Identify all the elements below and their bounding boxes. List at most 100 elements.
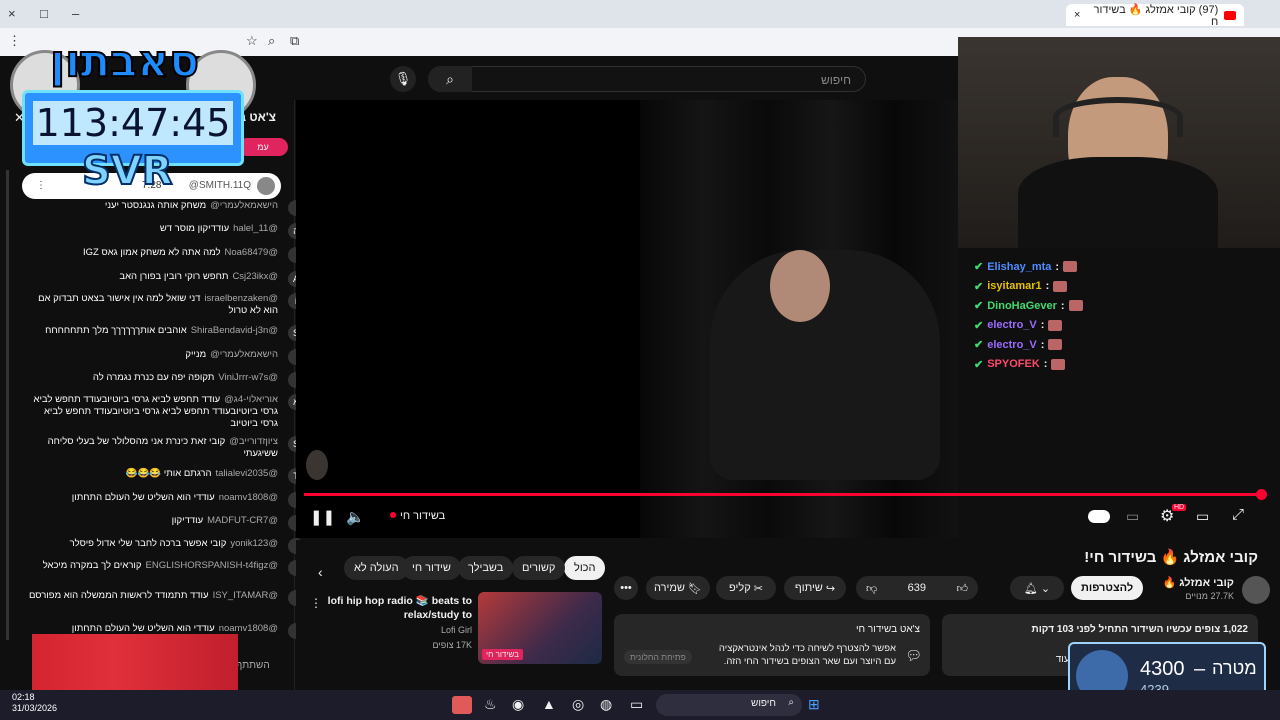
recommended-channel[interactable]: Lofi Girl	[324, 625, 472, 635]
chat-message[interactable]: @Noa68479למה אתה לא משחק אמון גאס IGZ	[28, 247, 304, 263]
chat-author[interactable]: @ENGLISHORSPANISH-t4figz	[146, 560, 278, 571]
steam-icon[interactable]: ♨	[484, 696, 497, 713]
share-button[interactable]: שיתוף ↪	[784, 576, 846, 600]
chat-author[interactable]: ציוןזדורייב@	[229, 436, 278, 447]
chat-scrollbar[interactable]	[6, 170, 9, 640]
clip-button[interactable]: קליפ ✂	[716, 576, 776, 600]
microphone-icon[interactable]: 🎙	[390, 66, 416, 92]
obs-icon[interactable]: ◎	[572, 696, 584, 713]
live-dot	[390, 512, 396, 518]
recommended-views: 17K צופים	[432, 640, 472, 650]
subscriber-count: 27.7K מנויים	[1185, 591, 1234, 601]
filter-chip[interactable]: העולה לא	[344, 556, 409, 580]
dislike-icon[interactable]: 👎︎	[866, 582, 877, 595]
chrome-icon[interactable]: ◍	[600, 696, 612, 713]
notifications-button[interactable]: 🔔︎ ⌄	[1010, 576, 1064, 600]
browser-tab[interactable]: (97) קובי אמזלג 🔥 בשידור ח ×	[1066, 4, 1244, 28]
clock-date: 31/03/2026	[12, 703, 58, 713]
search-input[interactable]: חיפוש	[428, 66, 866, 92]
chat-message[interactable]: @noamv1808 עודדי הוא השליט של העולם התחתו…	[28, 492, 304, 508]
chat-author[interactable]: @talialevi2035	[216, 468, 278, 479]
chat-message[interactable]: Sציוןזדורייב@קובי זאת כינרת אני מהסלולר …	[28, 436, 304, 460]
minimize-icon[interactable]: –	[72, 6, 79, 21]
twitch-chat-line: ✔ isyitamar1:	[974, 280, 1068, 293]
subscribe-button[interactable]: להצטרפות	[1071, 576, 1144, 600]
vlc-icon[interactable]: ▲	[542, 696, 556, 712]
close-tab-icon[interactable]: ×	[1074, 9, 1080, 21]
recommended-menu-icon[interactable]: ⋮	[310, 596, 322, 610]
close-window-icon[interactable]: ×	[8, 6, 16, 21]
hd-badge: HD	[1172, 504, 1187, 511]
chat-author[interactable]: @Noa68479	[224, 247, 278, 258]
filter-chip[interactable]: קשורים	[512, 556, 566, 580]
search-button[interactable]: ⌕	[428, 66, 472, 92]
chat-message[interactable]: i@israelbenzakenדני שואל למה אין אישור ב…	[28, 293, 304, 317]
progress-bar[interactable]	[304, 493, 1262, 496]
channel-avatar[interactable]	[1242, 576, 1270, 604]
chat-author[interactable]: הישאמאלעמרי@	[210, 200, 278, 211]
chat-message[interactable]: A@Csj23ikxתחפש רוקי רובין בפורן האב	[28, 271, 304, 287]
chat-message[interactable]: ה@halel_11עודדיקון מוסר דש	[28, 223, 304, 239]
chat-text: עודדיקון	[171, 515, 204, 526]
chat-author[interactable]: @ISY_ITAMAR	[213, 590, 278, 601]
filter-chip[interactable]: הכול	[564, 556, 606, 580]
chat-text: אוהבים אותךךךךךך מלך תתחחחחח	[45, 325, 187, 336]
recommended-title[interactable]: lofi hip hop radio 📚 beats to relax/stud…	[324, 594, 472, 622]
chat-top-button[interactable]: עמ	[238, 138, 288, 156]
channel-name[interactable]: קובי אמזלג 🔥	[1162, 576, 1234, 589]
chat-text: עודדי הוא השליט של העולם התחתון	[71, 623, 215, 634]
chat-message[interactable]: T@talialevi2035הרגתם אותי 😂😂😂	[28, 468, 304, 484]
subtitles-icon[interactable]: ▭	[1126, 508, 1139, 525]
taskbar-search[interactable]: חיפוש ⌕	[656, 694, 802, 716]
pinned-menu-icon[interactable]: ⋮	[36, 180, 46, 191]
chat-author[interactable]: @yonik123	[230, 538, 278, 549]
chat-author[interactable]: @MADFUT-CR7	[207, 515, 278, 526]
chat-author[interactable]: @noamv1808	[219, 623, 278, 634]
chat-message[interactable]: @ENGLISHORSPANISH-t4figz קוראים לך במקרה …	[28, 560, 304, 576]
volume-icon[interactable]: 🔈	[346, 508, 365, 526]
chat-input[interactable]: השתתף	[236, 660, 270, 671]
maximize-icon[interactable]: □	[40, 6, 48, 21]
chat-author[interactable]: @noamv1808	[219, 492, 278, 503]
chat-author[interactable]: @ViniJrrr-w7s	[218, 372, 278, 383]
progress-scrubber[interactable]	[1256, 489, 1267, 500]
goal-current: 4300	[1140, 658, 1185, 680]
chat-message[interactable]: @MADFUT-CR7עודדיקון	[28, 515, 304, 531]
filter-chip[interactable]: שידור חי	[402, 556, 461, 580]
open-panel-button[interactable]: פתיחת החלונית	[624, 650, 692, 664]
chat-author[interactable]: @ShiraBendavid-j3n	[191, 325, 278, 336]
chat-author[interactable]: @halel_11	[233, 223, 278, 234]
theater-icon[interactable]: ▭	[1196, 508, 1209, 525]
chat-author[interactable]: @Csj23ikx	[232, 271, 278, 282]
save-button[interactable]: שמירה 🔖︎	[646, 576, 710, 600]
discord-icon[interactable]: ◉	[512, 696, 524, 713]
share-icon[interactable]: ⧉	[290, 33, 299, 49]
chat-message[interactable]: אאוריאלוי-4ג@עודד תחפש לביא גרסי ביוטיוב…	[28, 394, 304, 430]
chat-message[interactable]: @ViniJrrr-w7sתקופה יפה עם כנרת נגמרה לה	[28, 372, 304, 388]
filter-chip[interactable]: בשבילך	[458, 556, 514, 580]
windows-start-icon[interactable]: ⊞	[808, 696, 820, 713]
more-actions-button[interactable]: •••	[614, 576, 638, 600]
autoplay-toggle[interactable]	[1088, 510, 1110, 523]
chat-message[interactable]: S@ShiraBendavid-j3nאוהבים אותךךךךךך מלך …	[28, 325, 304, 341]
chat-message[interactable]: @yonik123קובי אפשר ברכה לחבר שלי אדול פי…	[28, 538, 304, 554]
fullscreen-icon[interactable]: ⤢	[1232, 506, 1244, 523]
chat-message[interactable]: הישאמאלעמרי@משחק אותה גנגנסטר יעני	[28, 200, 304, 216]
chat-author[interactable]: הישאמאלעמרי@	[210, 349, 278, 360]
file-explorer-icon[interactable]: ▭	[630, 696, 643, 713]
chevron-left-icon[interactable]: ‹	[318, 564, 323, 580]
recommended-thumbnail[interactable]: בשידור חי	[478, 592, 602, 664]
chat-author[interactable]: @israelbenzaken	[204, 293, 278, 304]
chat-text: עודד תתמודד לראשות הממשלה הוא מפורסם	[28, 590, 209, 601]
chat-text: עודדי הוא השליט של העולם התחתון	[71, 492, 215, 503]
search-placeholder: חיפוש	[821, 73, 851, 87]
app-icon[interactable]	[452, 696, 472, 714]
chat-message[interactable]: @ISY_ITAMAR עודד תתמודד לראשות הממשלה הוא…	[28, 590, 304, 606]
chat-title: צ'אט ב	[238, 110, 276, 124]
chat-message[interactable]: הישאמאלעמרי@מנייק	[28, 349, 304, 365]
chat-author[interactable]: אוריאלוי-4ג@	[224, 394, 278, 405]
search-icon[interactable]: ⌕	[268, 33, 275, 49]
live-label[interactable]: בשידור חי	[400, 510, 445, 522]
like-icon[interactable]: 👍︎	[957, 582, 969, 595]
pause-icon[interactable]: ❚❚	[310, 508, 335, 526]
